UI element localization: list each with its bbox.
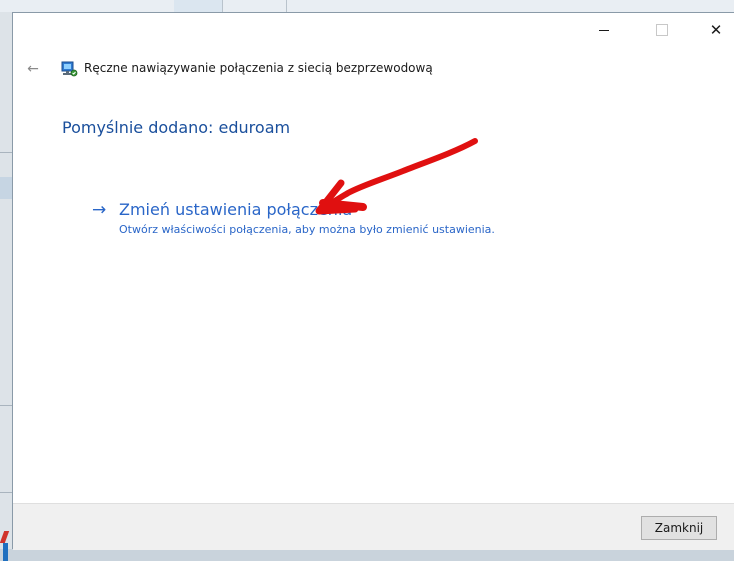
back-button[interactable]: ← [23, 59, 43, 79]
title-bar: ✕ [13, 13, 734, 47]
change-settings-link-description[interactable]: Otwórz właściwości połączenia, aby można… [119, 223, 495, 236]
background-line [0, 492, 12, 493]
wireless-connection-dialog: ✕ ← Ręczne nawiązywanie połączenia z sie… [12, 12, 734, 550]
minimize-icon [599, 29, 609, 31]
close-window-button[interactable]: ✕ [693, 13, 734, 47]
background-red-fragment [0, 531, 10, 543]
success-message: Pomyślnie dodano: eduroam [62, 118, 291, 137]
background-window-strip [0, 0, 734, 12]
wireless-network-icon [61, 61, 78, 77]
background-tab [0, 0, 175, 12]
dialog-footer: Zamknij [13, 503, 734, 550]
background-tab-active [174, 0, 223, 12]
minimize-button[interactable] [581, 13, 627, 47]
close-button[interactable]: Zamknij [641, 516, 717, 540]
arrow-right-icon: → [92, 200, 107, 220]
background-tab [222, 0, 287, 12]
back-arrow-icon: ← [27, 61, 39, 77]
navigation-row: ← Ręczne nawiązywanie połączenia z sieci… [13, 59, 734, 83]
dialog-header-title: Ręczne nawiązywanie połączenia z siecią … [84, 61, 433, 75]
maximize-button[interactable] [639, 13, 685, 47]
background-line [0, 405, 12, 406]
background-selection [0, 177, 12, 199]
background-line [0, 152, 12, 153]
background-blue-fragment [3, 543, 8, 561]
change-settings-link-title[interactable]: Zmień ustawienia połączenia [119, 199, 352, 221]
close-icon: ✕ [709, 21, 723, 39]
background-window-edge [0, 12, 12, 561]
maximize-icon [656, 24, 668, 36]
